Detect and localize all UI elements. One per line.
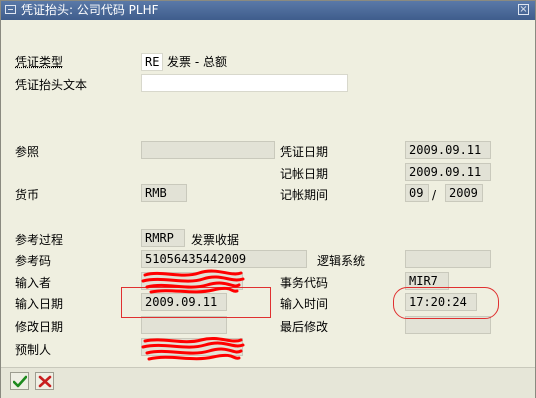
close-icon[interactable]: × xyxy=(518,4,529,15)
highlight-oval-entry-time xyxy=(393,287,499,319)
posting-date-label: 记帐日期 xyxy=(280,167,329,181)
logical-system-label: 逻辑系统 xyxy=(317,254,366,268)
reference-label: 参照 xyxy=(15,145,40,159)
ref-process-label: 参考过程 xyxy=(15,233,64,247)
window-title: 凭证抬头: 公司代码 PLHF xyxy=(21,3,159,17)
title-bar: 凭证抬头: 公司代码 PLHF × xyxy=(1,1,535,20)
ref-key-label: 参考码 xyxy=(15,254,52,268)
entered-by-label: 输入者 xyxy=(15,276,52,290)
doc-type-desc: 发票 - 总额 xyxy=(167,55,227,69)
changed-on-label: 修改日期 xyxy=(15,320,64,334)
footer-toolbar xyxy=(1,367,535,398)
cancel-icon xyxy=(38,375,52,388)
currency-label: 货币 xyxy=(15,188,40,202)
doc-date-field[interactable]: 2009.09.11 xyxy=(405,141,491,159)
period-month-field[interactable]: 09 xyxy=(405,184,429,202)
window-menu-icon[interactable] xyxy=(5,5,16,14)
currency-field[interactable]: RMB xyxy=(141,184,187,202)
reference-field[interactable] xyxy=(141,141,275,159)
doc-date-label: 凭证日期 xyxy=(280,145,329,159)
check-icon xyxy=(13,375,27,388)
logical-system-field[interactable] xyxy=(405,250,491,268)
doc-type-field[interactable]: RE xyxy=(141,53,163,71)
period-separator: / xyxy=(432,188,437,202)
redaction-scribble-parked-by xyxy=(141,336,245,361)
header-text-label: 凭证抬头文本 xyxy=(15,78,88,92)
entry-time-label: 输入时间 xyxy=(280,297,329,311)
last-change-label: 最后修改 xyxy=(280,320,329,334)
confirm-button[interactable] xyxy=(10,372,29,390)
period-year-field[interactable]: 2009 xyxy=(445,184,483,202)
parked-by-label: 预制人 xyxy=(15,343,52,357)
period-label: 记帐期间 xyxy=(280,188,329,202)
doc-type-label: 凭证类型 xyxy=(15,55,64,69)
posting-date-field[interactable]: 2009.09.11 xyxy=(405,163,491,181)
dialog-window: 凭证抬头: 公司代码 PLHF × 凭证类型 RE 发票 - 总额 凭证抬头文本… xyxy=(0,0,536,398)
ref-process-desc: 发票收据 xyxy=(191,233,240,247)
header-text-field[interactable] xyxy=(141,74,348,92)
ref-key-field[interactable]: 51056435442009 xyxy=(141,250,307,268)
entry-date-label: 输入日期 xyxy=(15,297,64,311)
tcode-label: 事务代码 xyxy=(280,276,329,290)
redaction-scribble-entered-by xyxy=(141,269,245,294)
cancel-button[interactable] xyxy=(35,372,54,390)
changed-on-field[interactable] xyxy=(141,316,227,334)
ref-process-field[interactable]: RMRP xyxy=(141,229,185,247)
